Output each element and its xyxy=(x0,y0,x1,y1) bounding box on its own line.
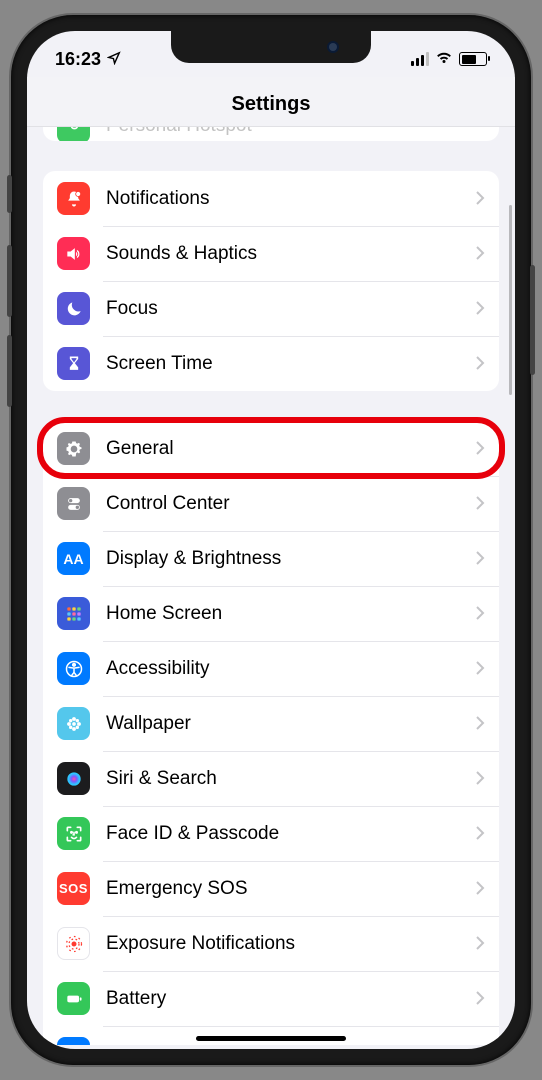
settings-row-home-screen[interactable]: Home Screen xyxy=(43,586,499,641)
page-title: Settings xyxy=(27,77,515,127)
chevron-right-icon xyxy=(475,986,485,1012)
battery-icon-status xyxy=(459,52,487,66)
switches-icon xyxy=(57,487,90,520)
settings-row-accessibility[interactable]: Accessibility xyxy=(43,641,499,696)
settings-row-display[interactable]: AA Display & Brightness xyxy=(43,531,499,586)
settings-row-focus[interactable]: Focus xyxy=(43,281,499,336)
settings-group-2: General Control Center AA Display & Brig… xyxy=(43,421,499,1045)
status-time: 16:23 xyxy=(55,49,101,70)
battery-icon xyxy=(57,982,90,1015)
chevron-right-icon xyxy=(475,186,485,212)
settings-row-sounds[interactable]: Sounds & Haptics xyxy=(43,226,499,281)
chevron-right-icon xyxy=(475,876,485,902)
link-icon xyxy=(57,127,90,141)
settings-row-general[interactable]: General xyxy=(43,421,499,476)
chevron-right-icon xyxy=(475,821,485,847)
home-indicator[interactable] xyxy=(196,1036,346,1041)
chevron-right-icon xyxy=(475,601,485,627)
settings-row-exposure[interactable]: Exposure Notifications xyxy=(43,916,499,971)
chevron-right-icon xyxy=(475,931,485,957)
notch xyxy=(171,31,371,63)
settings-row-sos[interactable]: SOS Emergency SOS xyxy=(43,861,499,916)
hand-icon xyxy=(57,1037,90,1045)
settings-row-personal-hotspot[interactable]: Personal Hotspot xyxy=(43,127,499,141)
chevron-right-icon xyxy=(475,656,485,682)
chevron-right-icon xyxy=(475,766,485,792)
settings-row-siri[interactable]: Siri & Search xyxy=(43,751,499,806)
chevron-right-icon xyxy=(475,546,485,572)
cellular-signal-icon xyxy=(411,52,429,66)
text-size-icon: AA xyxy=(57,542,90,575)
phone-frame: 16:23 Settings xyxy=(11,15,531,1065)
flower-icon xyxy=(57,707,90,740)
settings-row-screentime[interactable]: Screen Time xyxy=(43,336,499,391)
bell-badge-icon xyxy=(57,182,90,215)
moon-icon xyxy=(57,292,90,325)
settings-group-1: Notifications Sounds & Haptics Focus xyxy=(43,171,499,391)
accessibility-icon xyxy=(57,652,90,685)
settings-row-notifications[interactable]: Notifications xyxy=(43,171,499,226)
gear-icon xyxy=(57,432,90,465)
settings-group-partial: Personal Hotspot xyxy=(43,127,499,141)
settings-row-wallpaper[interactable]: Wallpaper xyxy=(43,696,499,751)
settings-row-battery[interactable]: Battery xyxy=(43,971,499,1026)
wifi-icon xyxy=(435,48,453,71)
settings-row-faceid[interactable]: Face ID & Passcode xyxy=(43,806,499,861)
settings-row-control-center[interactable]: Control Center xyxy=(43,476,499,531)
exposure-icon xyxy=(57,927,90,960)
scroll-indicator[interactable] xyxy=(509,205,512,395)
chevron-right-icon xyxy=(475,296,485,322)
sos-icon: SOS xyxy=(57,872,90,905)
grid-icon xyxy=(57,597,90,630)
chevron-right-icon xyxy=(475,436,485,462)
chevron-right-icon xyxy=(475,1041,485,1046)
chevron-right-icon xyxy=(475,491,485,517)
chevron-right-icon xyxy=(475,351,485,377)
siri-icon xyxy=(57,762,90,795)
chevron-right-icon xyxy=(475,241,485,267)
hourglass-icon xyxy=(57,347,90,380)
speaker-icon xyxy=(57,237,90,270)
location-arrow-icon xyxy=(107,49,121,70)
settings-scroll[interactable]: Personal Hotspot Notifications Sounds & … xyxy=(27,127,515,1045)
chevron-right-icon xyxy=(475,711,485,737)
faceid-icon xyxy=(57,817,90,850)
screen: 16:23 Settings xyxy=(27,31,515,1049)
